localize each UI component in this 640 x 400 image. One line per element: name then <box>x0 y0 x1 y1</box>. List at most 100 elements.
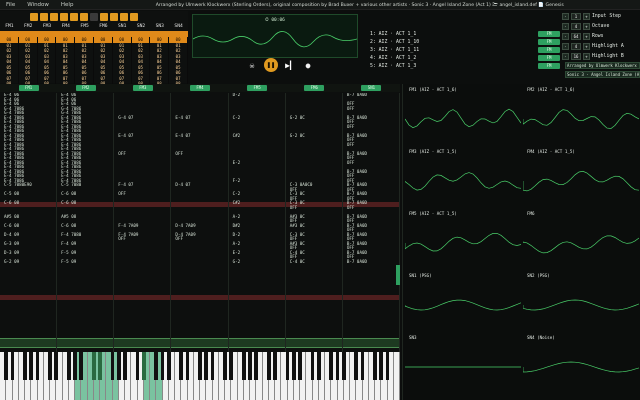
pattern-cell[interactable]: B-7 0A0D <box>347 259 399 265</box>
piano-black-key[interactable] <box>329 352 334 380</box>
toolbar-button-4[interactable] <box>60 13 68 21</box>
pattern-column[interactable]: E-4 06 E-4 06 E-4 06 G-4 7086 G-4 7086 E-4 70… <box>0 93 58 354</box>
piano-black-key[interactable] <box>10 352 15 380</box>
decrement-button[interactable]: - <box>562 42 569 50</box>
toolbar-button-10[interactable] <box>120 13 128 21</box>
order-fm-button[interactable]: FM <box>538 47 560 53</box>
pattern-column[interactable]: E-4 06 E-4 06 E-4 06 G-4 7086 G-4 7086 E-4 70… <box>57 93 115 354</box>
record-icon[interactable]: ● <box>302 59 314 71</box>
input-step-value[interactable]: 1 <box>571 12 581 20</box>
pattern-cell[interactable]: F-5 09 <box>61 259 113 265</box>
decrement-button[interactable]: - <box>562 32 569 40</box>
toolbar-button-3[interactable] <box>50 13 58 21</box>
piano-black-key[interactable] <box>35 352 40 380</box>
piano-black-key[interactable] <box>341 352 346 380</box>
piano-black-key[interactable] <box>66 352 71 380</box>
piano-black-key[interactable] <box>354 352 359 380</box>
order-row[interactable]: 1: AIZ · ACT 1_1 FM <box>370 30 560 38</box>
piano-black-key[interactable] <box>154 352 159 380</box>
piano-black-key[interactable] <box>48 352 52 380</box>
order-fm-button[interactable]: FM <box>538 55 560 61</box>
increment-button[interactable]: + <box>583 52 590 60</box>
pattern-column[interactable]: D-2 C-2 C#2 E-2 F-2 C-2 C#2 A-2 D#2 D-2 A-2 E-2 G-2 <box>229 93 286 354</box>
piano-black-key[interactable] <box>310 352 315 380</box>
octave-value[interactable]: 4 <box>571 22 581 30</box>
decrement-button[interactable]: - <box>562 12 569 20</box>
pattern-cell[interactable]: G-2 <box>233 259 285 265</box>
order-row[interactable]: 5: AIZ · ACT 1_3 FM <box>370 62 560 70</box>
piano-black-key[interactable] <box>185 352 190 380</box>
vertical-scrollbar[interactable] <box>396 265 400 285</box>
order-fm-button[interactable]: FM <box>538 63 560 69</box>
piano-black-key[interactable] <box>335 352 340 380</box>
piano-black-key[interactable] <box>160 352 165 380</box>
order-row[interactable]: 4: AIZ · ACT 1_2 FM <box>370 54 560 62</box>
menu-help[interactable]: Help <box>55 2 80 8</box>
decrement-button[interactable]: - <box>562 52 569 60</box>
pattern-column[interactable]: G-2 0C G-2 0C C-3 0A0C0 OFF C-3 0C OFF C-3 0C O… <box>286 93 343 354</box>
piano-black-key[interactable] <box>23 352 27 380</box>
piano-black-key[interactable] <box>73 352 77 380</box>
channel-toggle-button[interactable]: FM6 <box>304 85 325 91</box>
channel-toggle-button[interactable]: FM1 <box>18 85 39 91</box>
piano-black-key[interactable] <box>198 352 202 380</box>
piano-black-key[interactable] <box>29 352 34 380</box>
piano-black-key[interactable] <box>298 352 302 380</box>
piano-black-key[interactable] <box>379 352 384 380</box>
piano-black-key[interactable] <box>373 352 377 380</box>
toolbar-button-11[interactable] <box>130 13 138 21</box>
pattern-cell[interactable] <box>118 260 170 265</box>
channel-toggle-button[interactable]: FM3 <box>132 85 153 91</box>
order-fm-button[interactable]: FM <box>538 31 560 37</box>
piano-black-key[interactable] <box>98 352 102 380</box>
toolbar-button-7[interactable] <box>90 13 98 21</box>
pattern-editor[interactable]: FM1 FM2 FM3 FM4 FM5 FM6 SN1 E-4 06 E-4 06 E-4 06… <box>0 84 400 354</box>
piano-keyboard[interactable] <box>0 352 400 400</box>
pattern-column[interactable]: B-7 0A0D OFF OFF B-7 0A0D OFF OFF B-7 0A0D OFF O… <box>343 93 400 354</box>
toolbar-button-1[interactable] <box>30 13 38 21</box>
piano-black-key[interactable] <box>54 352 59 380</box>
pattern-cell[interactable] <box>175 260 227 265</box>
piano-black-key[interactable] <box>285 352 290 380</box>
highlight-a-value[interactable]: 4 <box>571 42 581 50</box>
toolbar-button-5[interactable] <box>70 13 78 21</box>
highlight-b-value[interactable]: 16 <box>571 52 581 60</box>
piano-black-key[interactable] <box>273 352 277 380</box>
piano-black-key[interactable] <box>166 352 171 380</box>
order-row[interactable]: 2: AIZ · ACT 1_10 FM <box>370 38 560 46</box>
piano-black-key[interactable] <box>223 352 227 380</box>
piano-black-key[interactable] <box>204 352 209 380</box>
piano-black-key[interactable] <box>229 352 234 380</box>
menu-window[interactable]: Window <box>21 2 55 8</box>
step-icon[interactable]: ▶▎ <box>284 59 296 71</box>
increment-button[interactable]: + <box>583 32 590 40</box>
order-row[interactable]: 3: AIZ · ACT 1_11 FM <box>370 46 560 54</box>
channel-toggle-button[interactable]: FM5 <box>247 85 268 91</box>
piano-black-key[interactable] <box>360 352 365 380</box>
piano-black-key[interactable] <box>91 352 96 380</box>
pause-button[interactable]: ❚❚ <box>264 58 278 72</box>
decrement-button[interactable]: - <box>562 22 569 30</box>
toolbar-button-8[interactable] <box>100 13 108 21</box>
order-fm-button[interactable]: FM <box>538 39 560 45</box>
piano-black-key[interactable] <box>210 352 215 380</box>
toolbar-button-2[interactable] <box>40 13 48 21</box>
pattern-cell[interactable]: C-4 0C <box>290 259 342 265</box>
piano-white-key[interactable] <box>393 352 400 400</box>
channel-toggle-button[interactable]: FM4 <box>189 85 210 91</box>
piano-black-key[interactable] <box>110 352 115 380</box>
piano-black-key[interactable] <box>141 352 146 380</box>
skull-icon[interactable]: ☠ <box>246 59 258 71</box>
toolbar-button-9[interactable] <box>110 13 118 21</box>
increment-button[interactable]: + <box>583 22 590 30</box>
toolbar-button-6[interactable] <box>80 13 88 21</box>
piano-black-key[interactable] <box>291 352 296 380</box>
menu-file[interactable]: File <box>0 2 21 8</box>
piano-black-key[interactable] <box>248 352 252 380</box>
piano-black-key[interactable] <box>123 352 127 380</box>
increment-button[interactable]: + <box>583 42 590 50</box>
channel-toggle-button[interactable]: SN1 <box>361 85 382 91</box>
piano-black-key[interactable] <box>179 352 184 380</box>
piano-black-key[interactable] <box>79 352 84 380</box>
pattern-cell[interactable]: G-2 09 <box>4 259 56 265</box>
